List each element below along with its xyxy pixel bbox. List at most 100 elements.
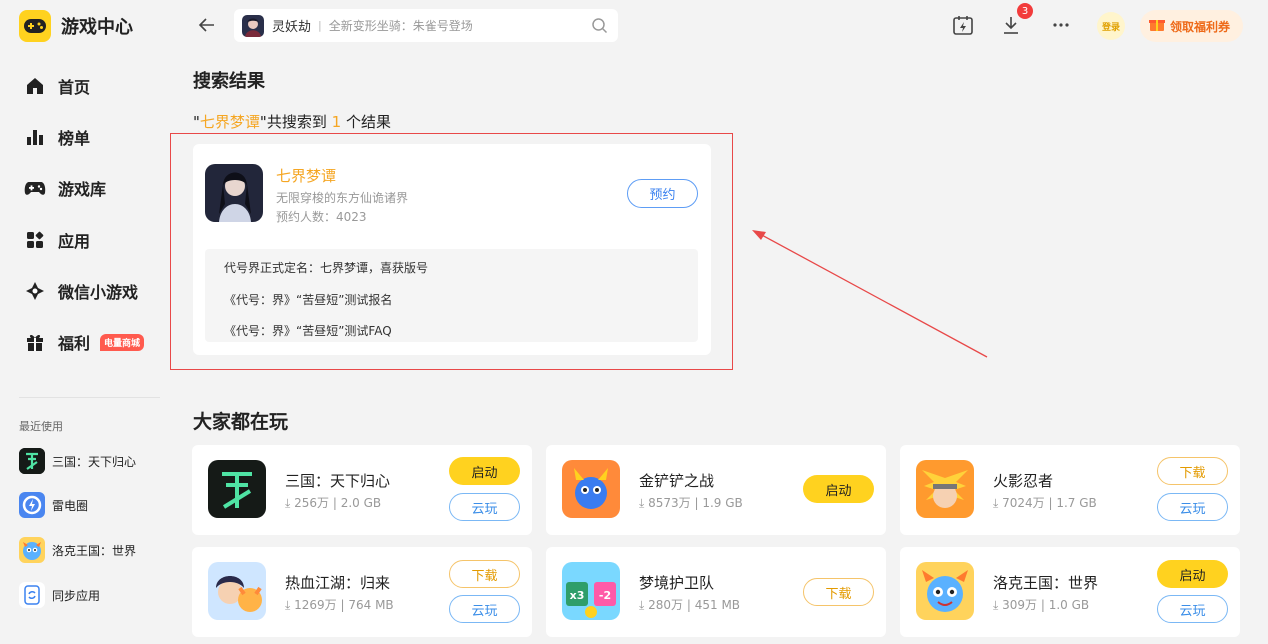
nav-label: 应用 bbox=[58, 232, 91, 251]
cloud-play-button[interactable]: 云玩 bbox=[449, 493, 520, 521]
game-meta: ⤓ 1269万 | 764 MB bbox=[285, 598, 394, 612]
game-meta: ⤓ 256万 | 2.0 GB bbox=[285, 496, 382, 510]
download-button[interactable]: 下载 bbox=[449, 560, 520, 588]
app-brand[interactable]: 游戏中心 bbox=[19, 10, 133, 42]
game-meta: ⤓ 7024万 | 1.7 GB bbox=[993, 496, 1097, 510]
game-name: 火影忍者 bbox=[993, 472, 1054, 490]
login-button[interactable]: 登录 bbox=[1097, 12, 1125, 40]
download-count: 309万 bbox=[1002, 598, 1038, 612]
summary-text: 共搜索到 bbox=[266, 113, 327, 131]
sync-app-icon bbox=[19, 582, 45, 608]
game-meta: ⤓ 280万 | 451 MB bbox=[639, 598, 741, 612]
nav-item-welfare[interactable]: 福利 电量商城 bbox=[24, 330, 145, 354]
download-count: 280万 bbox=[648, 598, 684, 612]
calendar-flash-icon[interactable] bbox=[952, 14, 974, 36]
recent-item-label: 同步应用 bbox=[52, 588, 101, 603]
download-icon[interactable] bbox=[1000, 14, 1022, 36]
nav-label: 福利 bbox=[58, 334, 91, 353]
quote-mark: " bbox=[193, 113, 200, 131]
shop-badge: 电量商城 bbox=[100, 333, 145, 351]
start-button[interactable]: 启动 bbox=[803, 475, 874, 503]
cloud-play-button[interactable]: 云玩 bbox=[449, 595, 520, 623]
leidian-circle-icon bbox=[19, 492, 45, 518]
more-icon[interactable] bbox=[1050, 14, 1072, 36]
cloud-play-button[interactable]: 云玩 bbox=[1157, 595, 1228, 623]
search-input[interactable]: 灵妖劫 | 全新变形坐骑：朱雀号登场 bbox=[234, 9, 618, 42]
nav-label: 游戏库 bbox=[58, 180, 107, 199]
game-card[interactable]: 洛克王国：世界 ⤓ 309万 | 1.0 GB 启动 云玩 bbox=[900, 547, 1240, 637]
game-size: 451 MB bbox=[694, 598, 741, 612]
recent-item-label: 洛克王国：世界 bbox=[52, 543, 137, 558]
nav-item-apps[interactable]: 应用 bbox=[24, 228, 90, 252]
cloud-play-button[interactable]: 云玩 bbox=[1157, 493, 1228, 521]
download-count: 256万 bbox=[294, 496, 330, 510]
game-name: 洛克王国：世界 bbox=[993, 574, 1099, 592]
nav-label: 微信小游戏 bbox=[58, 283, 139, 302]
download-count: 8573万 bbox=[648, 496, 691, 510]
ranking-icon bbox=[24, 126, 46, 148]
game-card[interactable]: x3 -2 梦境护卫队 ⤓ 280万 | 451 MB 下载 bbox=[546, 547, 886, 637]
gift-icon bbox=[24, 331, 46, 353]
game-size: 1.0 GB bbox=[1048, 598, 1090, 612]
quote-mark: " bbox=[259, 113, 267, 131]
sidebar-divider bbox=[19, 397, 160, 398]
recent-item[interactable]: 同步应用 bbox=[19, 582, 100, 608]
download-button[interactable]: 下载 bbox=[803, 578, 874, 606]
download-count-badge: 3 bbox=[1017, 3, 1033, 19]
game-card[interactable]: 热血江湖：归来 ⤓ 1269万 | 764 MB 下载 云玩 bbox=[192, 547, 532, 637]
nav-item-wechat-mini-games[interactable]: 微信小游戏 bbox=[24, 279, 138, 303]
rexue-jianghu-game-icon bbox=[208, 562, 266, 620]
popular-section-title: 大家都在玩 bbox=[193, 411, 289, 433]
download-button[interactable]: 下载 bbox=[1157, 457, 1228, 485]
recent-item[interactable]: 三国：天下归心 bbox=[19, 448, 136, 474]
search-game-name: 灵妖劫 bbox=[272, 20, 312, 35]
game-size: 764 MB bbox=[348, 598, 394, 612]
game-card[interactable]: 三国：天下归心 ⤓ 256万 | 2.0 GB 启动 云玩 bbox=[192, 445, 532, 535]
search-divider: | bbox=[318, 19, 322, 32]
home-icon bbox=[24, 75, 46, 97]
recent-title: 最近使用 bbox=[19, 420, 63, 433]
roco-kingdom-icon bbox=[916, 562, 974, 620]
download-count: 1269万 bbox=[294, 598, 337, 612]
game-card[interactable]: 金铲铲之战 ⤓ 8573万 | 1.9 GB 启动 bbox=[546, 445, 886, 535]
welfare-coupon-button[interactable]: 领取福利券 bbox=[1140, 10, 1243, 42]
jinchanchan-game-icon bbox=[562, 460, 620, 518]
nav-item-ranking[interactable]: 榜单 bbox=[24, 125, 90, 149]
search-icon[interactable] bbox=[591, 17, 608, 34]
search-game-thumbnail bbox=[242, 14, 264, 37]
gamepad-icon bbox=[24, 177, 46, 199]
gift-box-icon bbox=[1148, 15, 1166, 37]
start-button[interactable]: 启动 bbox=[1157, 560, 1228, 588]
download-count-icon: ⤓ bbox=[993, 598, 999, 612]
game-name: 金铲铲之战 bbox=[639, 472, 715, 490]
annotation-highlight-box bbox=[170, 133, 733, 370]
search-summary: "七界梦谭"共搜索到 1 个结果 bbox=[193, 111, 391, 132]
download-count-icon: ⤓ bbox=[993, 496, 999, 510]
game-name: 热血江湖：归来 bbox=[285, 574, 391, 592]
start-button[interactable]: 启动 bbox=[449, 457, 520, 485]
game-name: 三国：天下归心 bbox=[285, 472, 391, 490]
dream-guard-game-icon: x3 -2 bbox=[562, 562, 620, 620]
nav-item-home[interactable]: 首页 bbox=[24, 74, 90, 98]
recent-item[interactable]: 洛克王国：世界 bbox=[19, 537, 136, 563]
recent-item[interactable]: 雷电圈 bbox=[19, 492, 88, 518]
download-count: 7024万 bbox=[1002, 496, 1045, 510]
back-arrow-icon[interactable] bbox=[196, 14, 218, 36]
sidebar: 游戏中心 首页 榜单 游戏库 应用 微信小游戏 福利 电量商城 最近使用 三国：… bbox=[0, 0, 170, 644]
game-meta: ⤓ 8573万 | 1.9 GB bbox=[639, 496, 743, 510]
naruto-game-icon bbox=[916, 460, 974, 518]
download-count-icon: ⤓ bbox=[285, 496, 291, 510]
roco-kingdom-icon bbox=[19, 537, 45, 563]
game-card[interactable]: 火影忍者 ⤓ 7024万 | 1.7 GB 下载 云玩 bbox=[900, 445, 1240, 535]
sanguo-game-icon bbox=[208, 460, 266, 518]
nav-item-game-library[interactable]: 游戏库 bbox=[24, 176, 106, 200]
download-count-icon: ⤓ bbox=[285, 598, 291, 612]
search-query: 七界梦谭 bbox=[199, 113, 260, 131]
game-name: 梦境护卫队 bbox=[639, 574, 715, 592]
game-size: 1.7 GB bbox=[1056, 496, 1097, 510]
apps-icon bbox=[24, 229, 46, 251]
game-size: 1.9 GB bbox=[702, 496, 743, 510]
download-count-icon: ⤓ bbox=[639, 598, 645, 612]
search-results-title: 搜索结果 bbox=[193, 71, 265, 92]
app-title: 游戏中心 bbox=[61, 17, 133, 38]
